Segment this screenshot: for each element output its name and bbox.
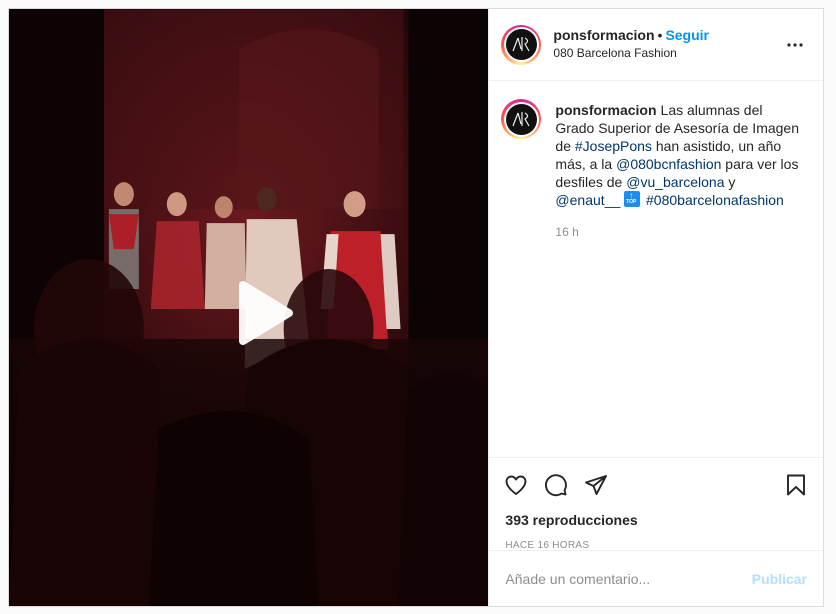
comment-input[interactable] xyxy=(505,570,752,587)
publish-button[interactable]: Publicar xyxy=(752,571,807,587)
play-icon xyxy=(239,281,293,345)
top-arrow-emoji-icon: ↑ TOP xyxy=(624,191,641,207)
follow-button[interactable]: Seguir xyxy=(665,27,709,43)
post-header: ponsformacion • Seguir 080 Barcelona Fashi… xyxy=(489,9,823,81)
avatar[interactable] xyxy=(501,99,542,139)
bookmark-icon[interactable] xyxy=(783,472,809,498)
profile-logo-icon xyxy=(505,29,537,60)
post-timestamp[interactable]: HACE 16 HORAS xyxy=(489,528,823,551)
caption-text: ponsformacion Las alumnas del Grado Super… xyxy=(555,102,800,241)
profile-logo-icon xyxy=(505,103,537,135)
location-link[interactable]: 080 Barcelona Fashion xyxy=(553,45,783,62)
actions-section: 393 reproducciones HACE 16 HORAS xyxy=(489,457,823,551)
caption-time[interactable]: 16 h xyxy=(555,223,800,241)
avatar[interactable] xyxy=(501,24,542,65)
comment-box: Publicar xyxy=(489,550,823,606)
comment-bubble-icon[interactable] xyxy=(543,472,569,498)
header-username[interactable]: ponsformacion xyxy=(553,27,654,43)
post-side-panel: ponsformacion • Seguir 080 Barcelona Fashi… xyxy=(488,9,823,606)
mention-link[interactable]: @vu_barcelona xyxy=(626,174,724,190)
post-video[interactable] xyxy=(9,9,489,606)
mention-link[interactable]: @enaut__ xyxy=(555,192,620,208)
paper-plane-icon[interactable] xyxy=(583,472,609,498)
hashtag-link[interactable]: #JosepPons xyxy=(575,138,652,154)
heart-icon[interactable] xyxy=(503,472,529,498)
play-button[interactable] xyxy=(219,271,303,355)
mention-link[interactable]: @080bcnfashion xyxy=(616,156,721,172)
views-count[interactable]: 393 reproducciones xyxy=(489,504,823,528)
separator-dot: • xyxy=(657,27,663,43)
caption: ponsformacion Las alumnas del Grado Super… xyxy=(489,81,823,241)
action-bar xyxy=(489,458,823,504)
hashtag-link[interactable]: #080barcelonafashion xyxy=(646,192,784,208)
more-options-icon[interactable] xyxy=(783,33,807,57)
caption-username[interactable]: ponsformacion xyxy=(555,102,656,118)
instagram-post: ponsformacion • Seguir 080 Barcelona Fashi… xyxy=(8,8,824,607)
